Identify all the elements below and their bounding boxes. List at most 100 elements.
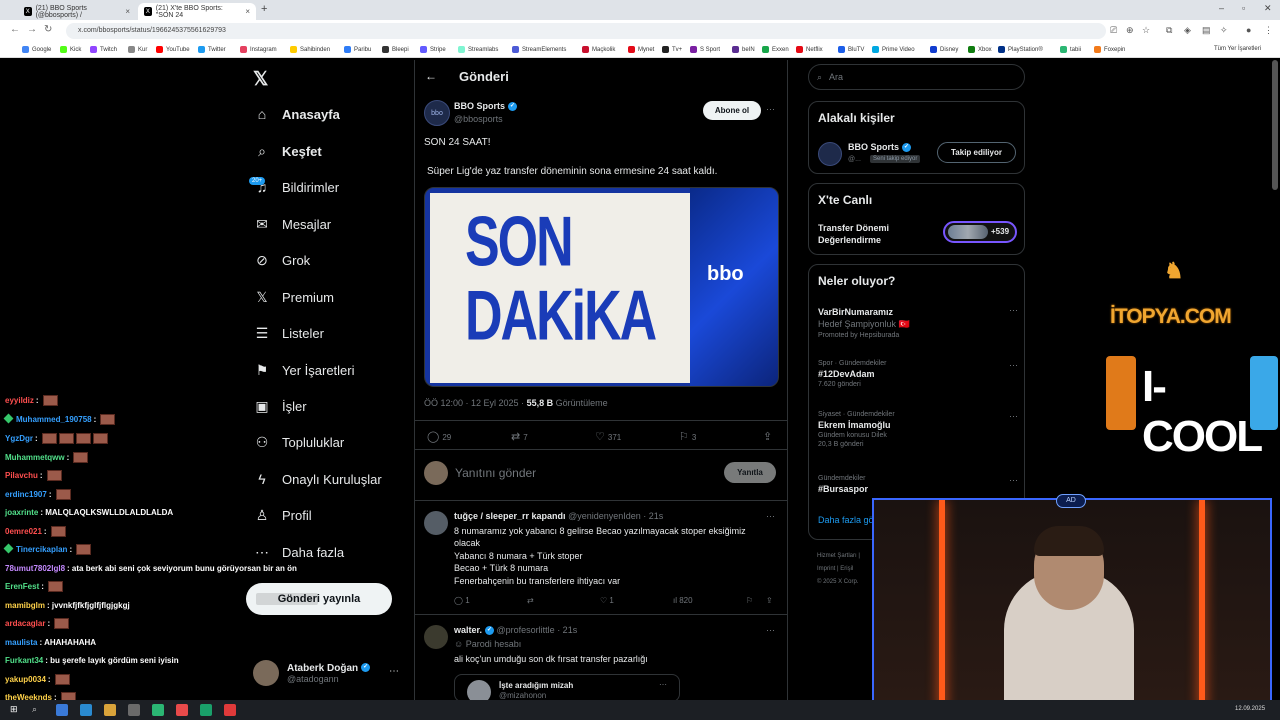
following-button[interactable]: Takip ediliyor — [937, 142, 1016, 163]
like-action[interactable]: ♡ 1 — [600, 596, 614, 605]
nav-item-briefcase[interactable]: ▣ İşler — [253, 393, 306, 419]
bookmark-item[interactable]: Kick — [60, 46, 81, 53]
search-input[interactable]: ⌕ Ara — [808, 64, 1025, 90]
author-handle[interactable]: @bbosports — [454, 114, 503, 124]
bookmark-item[interactable]: PlayStation® — [998, 46, 1043, 53]
reply-input[interactable]: Yanıtını gönder — [455, 466, 536, 480]
bookmark-item[interactable]: tabii — [1060, 46, 1081, 53]
bookmark-item[interactable]: Stripe — [420, 46, 446, 53]
maximize-icon[interactable]: ▫ — [1242, 3, 1245, 13]
app-icon[interactable] — [128, 704, 140, 716]
app-icon[interactable] — [200, 704, 212, 716]
back-arrow-icon[interactable]: ← — [425, 69, 437, 83]
chat-username[interactable]: eyyildiz — [5, 396, 34, 405]
chat-username[interactable]: Pilavchu — [5, 471, 38, 480]
chat-username[interactable]: ardacaglar — [5, 619, 45, 628]
bookmark-icon[interactable]: ⚐ — [746, 596, 753, 605]
post-button[interactable]: Gönderi yayınla — [246, 583, 392, 615]
post-image[interactable]: SON DAKiKA bbo — [424, 187, 779, 387]
related-handle[interactable]: @... — [848, 156, 861, 163]
show-more-link[interactable]: Daha fazla gö — [818, 515, 874, 525]
nav-item-grok[interactable]: ⊘ Grok — [253, 247, 310, 273]
profile-icon[interactable]: ● — [1246, 25, 1251, 35]
reply-author-handle[interactable]: @yenidenyenIden · 21s — [568, 511, 663, 521]
quoted-tweet[interactable]: İşte aradığım mizah @mizahonon ⋯ — [454, 674, 680, 704]
reply-author-name[interactable]: tuğçe / sleeper_rr kapandı — [454, 511, 566, 521]
bookmark-item[interactable]: Twitch — [90, 46, 117, 53]
more-icon[interactable]: ⋯ — [1009, 475, 1018, 486]
reply-author-name[interactable]: walter. — [454, 625, 482, 635]
star-icon[interactable]: ☆ — [1142, 25, 1150, 36]
minimize-icon[interactable]: – — [1219, 3, 1224, 13]
chat-username[interactable]: YgzDgr — [5, 434, 33, 443]
bookmark-item[interactable]: Bleepi — [382, 46, 409, 53]
app-icon[interactable] — [80, 704, 92, 716]
bookmark-item[interactable]: Mynet — [628, 46, 654, 53]
author-name-row[interactable]: BBO Sports ✓ — [454, 101, 518, 112]
app-icon[interactable] — [224, 704, 236, 716]
subscribe-button[interactable]: Abone ol — [703, 101, 761, 120]
bookmark-item[interactable]: Twitter — [198, 46, 226, 53]
url-input[interactable]: x.com/bbosports/status/19662453755616297… — [66, 23, 1106, 39]
bookmark-item[interactable]: Exxen — [762, 46, 789, 53]
browser-tab-active[interactable]: X (21) X'te BBO Sports: "SON 24 × — [138, 3, 256, 20]
windows-start-icon[interactable]: ⊞ — [10, 704, 22, 716]
app-icon[interactable] — [56, 704, 68, 716]
bookmark-item[interactable]: Foxepin — [1094, 46, 1125, 53]
live-listeners-pill[interactable]: +539 — [943, 221, 1017, 243]
reload-icon[interactable]: ↻ — [44, 24, 52, 35]
reply-action[interactable]: ◯ 29 — [427, 430, 451, 443]
avatar[interactable] — [424, 625, 448, 649]
reply-author-handle[interactable]: @profesorlittle · 21s — [497, 625, 578, 635]
bookmark-item[interactable]: Paribu — [344, 46, 371, 53]
back-icon[interactable]: ← — [10, 24, 20, 35]
nav-item-home[interactable]: ⌂ Anasayfa — [253, 101, 340, 127]
footer-line[interactable]: Hizmet Şartları | — [817, 550, 860, 563]
nav-item-bell[interactable]: ♫ Bildirimler — [253, 174, 339, 200]
nav-item-list[interactable]: ☰ Listeler — [253, 320, 324, 346]
related-name-row[interactable]: BBO Sports ✓ — [848, 142, 912, 153]
chat-username[interactable]: erdinc1907 — [5, 490, 47, 499]
bookmark-item[interactable]: S Sport — [690, 46, 720, 53]
nav-item-search[interactable]: ⌕ Keşfet — [253, 138, 322, 164]
trend-item[interactable]: Spor · Gündemdekiler #12DevAdam 7.620 gö… — [818, 360, 1018, 388]
more-icon[interactable]: ⋯ — [766, 511, 775, 522]
bookmark-item[interactable]: Maçkolik — [582, 46, 615, 53]
close-window-icon[interactable]: ✕ — [1264, 3, 1272, 14]
puzzle-icon[interactable]: ✧ — [1220, 25, 1228, 36]
nav-item-x-premium[interactable]: 𝕏 Premium — [253, 284, 334, 310]
bookmark-item[interactable]: Instagram — [240, 46, 277, 53]
nav-item-person[interactable]: ♙ Profil — [253, 502, 312, 528]
chat-username[interactable]: yakup0034 — [5, 675, 46, 684]
more-icon[interactable]: ⋯ — [1009, 411, 1018, 422]
reply-author-row[interactable]: tuğçe / sleeper_rr kapandı @yenidenyenId… — [454, 511, 663, 521]
bookmark-item[interactable]: Disney — [930, 46, 958, 53]
bookmark-item[interactable]: Google — [22, 46, 51, 53]
author-avatar[interactable]: bbo — [424, 100, 450, 126]
menu-icon[interactable]: ⋮ — [1264, 25, 1273, 36]
nav-item-people[interactable]: ⚇ Topluluklar — [253, 429, 344, 455]
reply-tweet[interactable]: walter. ✓ @profesorlittle · 21s ⋯ ☺ Parod… — [415, 614, 787, 704]
chat-username[interactable]: ErenFest — [5, 582, 39, 591]
all-bookmarks-folder[interactable]: Tüm Yer İşaretleri — [1214, 46, 1261, 52]
chat-username[interactable]: 0emre021 — [5, 527, 42, 536]
retweet-icon[interactable]: ⇄ — [527, 596, 534, 605]
more-icon[interactable]: ⋯ — [659, 680, 667, 689]
trend-item[interactable]: VarBirNumaramız Hedef Şampiyonluk 🇹🇷 Pro… — [818, 305, 1018, 339]
bookmark-item[interactable]: Kur — [128, 46, 147, 53]
chat-username[interactable]: Furkant34 — [5, 656, 43, 665]
new-tab-icon[interactable]: + — [261, 3, 267, 15]
retweet-action[interactable]: ⇄ 7 — [511, 430, 528, 443]
reply-button[interactable]: Yanıtla — [724, 462, 776, 483]
bookmark-item[interactable]: Tv+ — [662, 46, 682, 53]
close-tab-icon[interactable]: × — [245, 7, 250, 16]
folder-icon[interactable] — [104, 704, 116, 716]
reply-tweet[interactable]: tuğçe / sleeper_rr kapandı @yenidenyenId… — [415, 500, 787, 614]
nav-item-mail[interactable]: ✉ Mesajlar — [253, 211, 331, 237]
bookmark-item[interactable]: beIN — [732, 46, 755, 53]
app-icon[interactable] — [176, 704, 188, 716]
more-icon[interactable]: ⋯ — [389, 666, 399, 677]
bookmark-item[interactable]: Xbox — [968, 46, 992, 53]
more-icon[interactable]: ⋯ — [1009, 305, 1018, 316]
browser-tab[interactable]: X (21) BBO Sports (@bbosports) / × — [18, 3, 136, 20]
